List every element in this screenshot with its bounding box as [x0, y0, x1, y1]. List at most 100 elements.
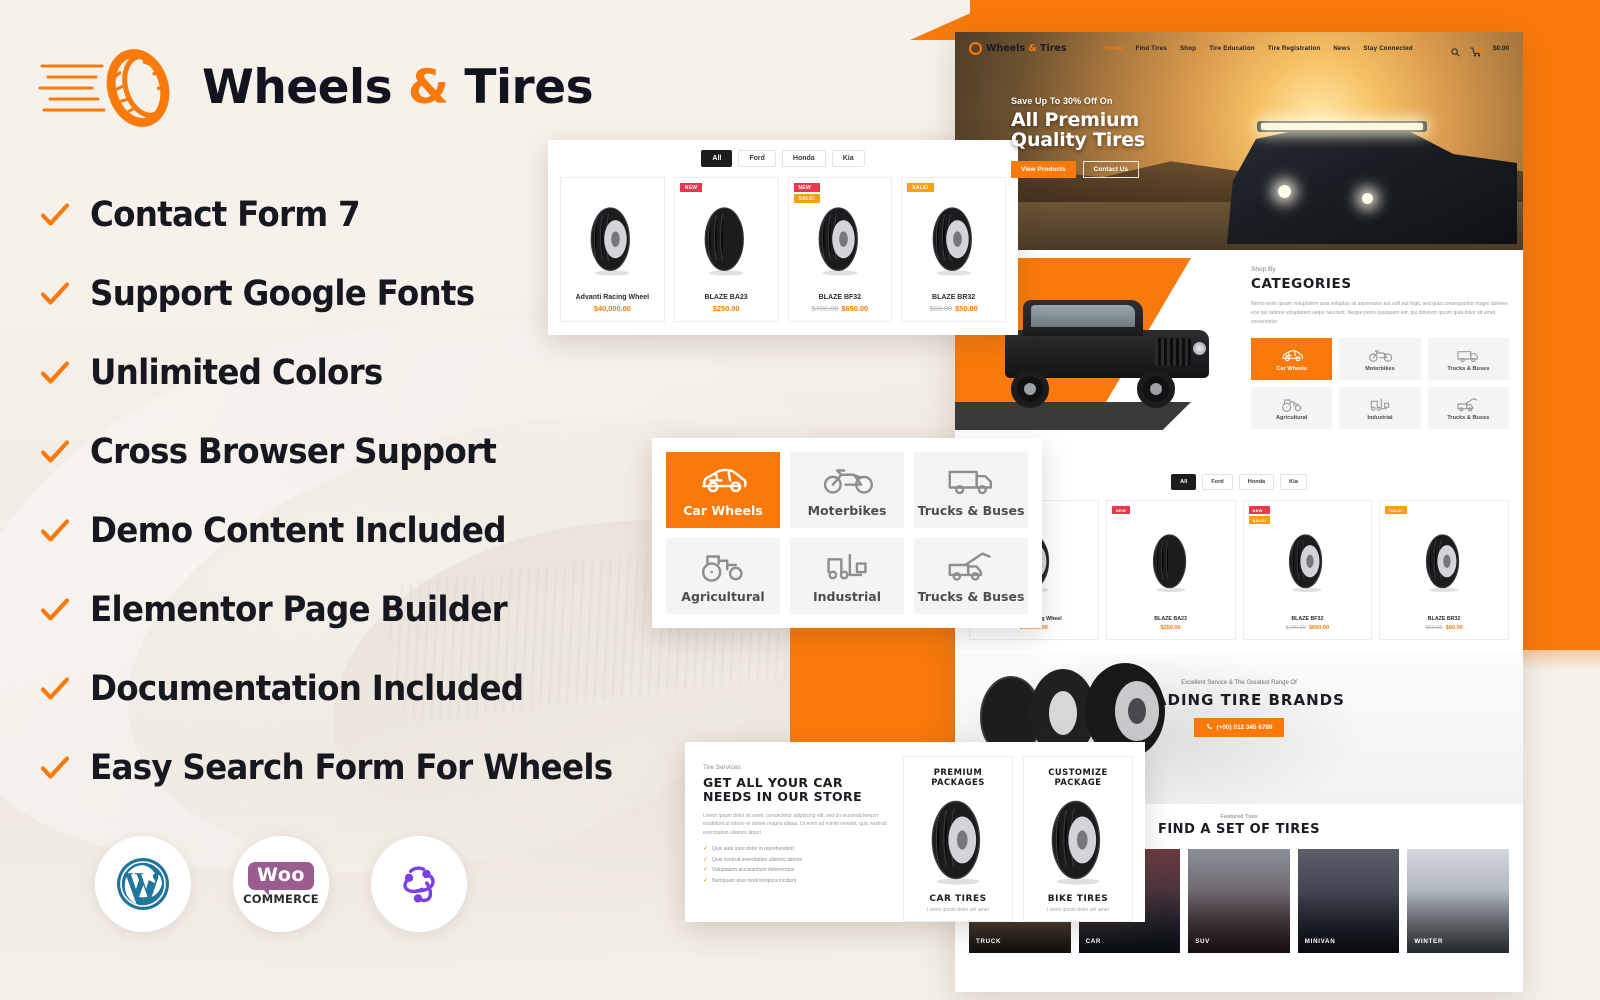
featured-card-label: WINTER [1414, 938, 1443, 945]
product-card[interactable]: NEW SALE! BLAZE BF32 $700.00 $650.00 [1242, 500, 1373, 640]
filter-ford[interactable]: Ford [1202, 474, 1233, 490]
nav-item-shop[interactable]: Shop [1180, 45, 1196, 52]
search-icon[interactable] [1451, 44, 1460, 57]
redux-icon [403, 866, 435, 903]
product-price: $250.00 [713, 304, 740, 313]
brand-name-part2: Tires [464, 60, 594, 115]
filter-kia[interactable]: Kia [1280, 474, 1307, 490]
hero-copy: Save Up To 30% Off On All Premium Qualit… [1011, 96, 1145, 178]
brands-phone-button[interactable]: (+00) 012 345 6789 [1193, 718, 1285, 737]
product-card[interactable]: NEW SALE! BLAZE BF32 $700.00 $650.00 [787, 177, 893, 322]
package-image [1046, 787, 1110, 894]
filter-ford[interactable]: Ford [738, 150, 776, 167]
site-topbar: Wheels & Tires Home Find Tires Shop Tire Ed… [955, 32, 1523, 65]
featured-card-suv[interactable]: SUV [1188, 849, 1290, 953]
category-cell-trucks-buses[interactable]: Trucks & Buses [1427, 387, 1509, 429]
floating-category-moterbikes[interactable]: Moterbikes [790, 452, 904, 528]
tow-truck-icon [948, 552, 991, 581]
badge-new: NEW [679, 183, 703, 192]
hero-truck-lightbar [1257, 121, 1427, 132]
categories-title: CATEGORIES [1251, 276, 1352, 292]
feature-label: Support Google Fonts [90, 273, 475, 314]
product-price: $40,000.00 [594, 304, 631, 313]
view-products-button[interactable]: View Products [1011, 161, 1076, 178]
hero-title-line2: Quality Tires [1011, 129, 1146, 151]
nav-item-news[interactable]: News [1333, 45, 1350, 52]
nav-item-tire-education[interactable]: Tire Education [1209, 45, 1255, 52]
filter-kia[interactable]: Kia [831, 150, 865, 167]
orange-right-fade [1520, 610, 1600, 670]
floating-category-label: Industrial [813, 589, 881, 604]
site-logo[interactable]: Wheels & Tires [969, 42, 1067, 55]
category-cell-trucks-buses[interactable]: Trucks & Buses [1427, 338, 1509, 380]
floating-product-grid: Advanti Racing Wheel $40,000.00 NEW BLAZE B… [560, 177, 1006, 322]
package-card[interactable]: PREMIUM PACKAGES CAR TIRES Lorem ipsum dol… [903, 756, 1013, 922]
filter-honda[interactable]: Honda [781, 150, 826, 167]
redux-badge [371, 836, 467, 932]
product-name: BLAZE BA23 [1154, 616, 1187, 622]
floating-category-trucks-buses[interactable]: Trucks & Buses [914, 452, 1028, 528]
filter-honda[interactable]: Honda [1238, 474, 1275, 490]
product-badges: NEW SALE! [1248, 506, 1270, 524]
package-heading: PREMIUM PACKAGES [931, 767, 985, 787]
brand-logo: Wheels & Tires [38, 45, 594, 130]
badge-sale: SALE! [1248, 516, 1270, 524]
floating-category-industrial[interactable]: Industrial [790, 538, 904, 614]
woocommerce-icon: Woo [248, 862, 314, 896]
category-cell-industrial[interactable]: Industrial [1339, 387, 1421, 429]
feature-item: Easy Search Form For Wheels [40, 728, 740, 807]
product-image [1249, 508, 1367, 616]
category-cell-car-wheels[interactable]: Car Wheels [1251, 338, 1333, 380]
category-cell-agricultural[interactable]: Agricultural [1251, 387, 1333, 429]
floating-category-agricultural[interactable]: Agricultural [666, 538, 780, 614]
filter-all[interactable]: All [1171, 474, 1197, 490]
check-icon: ✓ [703, 867, 709, 874]
product-card[interactable]: SALE! BLAZE BR32 $60.00 $50.00 [1379, 500, 1509, 640]
tire-image [1289, 534, 1323, 593]
category-label: Industrial [1367, 414, 1393, 421]
product-name: BLAZE BA23 [704, 294, 748, 301]
filter-all[interactable]: All [701, 150, 733, 167]
car-icon [695, 462, 751, 496]
featured-card-minivan[interactable]: MINIVAN [1297, 849, 1400, 953]
tire-image [590, 206, 631, 276]
floating-category-car-wheels[interactable]: Car Wheels [666, 452, 780, 528]
featured-card-label: SUV [1195, 938, 1211, 945]
floating-services-card: Tire Services GET ALL YOUR CAR NEEDS IN … [685, 742, 1145, 922]
floating-category-trucks-buses[interactable]: Trucks & Buses [914, 538, 1028, 614]
product-card[interactable]: NEW BLAZE BA23 $250.00 [1105, 500, 1236, 640]
cart-icon[interactable] [1470, 44, 1483, 57]
feature-label: Elementor Page Builder [90, 589, 508, 630]
truck-icon [943, 462, 999, 496]
product-image [1112, 508, 1230, 616]
product-card[interactable]: NEW BLAZE BA23 $250.00 [673, 177, 779, 322]
services-copy: Tire Services GET ALL YOUR CAR NEEDS IN … [685, 742, 903, 922]
nav-item-tire-registration[interactable]: Tire Registration [1268, 45, 1320, 52]
check-icon [40, 437, 70, 467]
product-card[interactable]: SALE! BLAZE BR32 $60.00 $50.00 [901, 177, 1006, 322]
tire-image [1152, 534, 1186, 593]
wordpress-badge [95, 836, 191, 932]
feature-label: Unlimited Colors [90, 352, 383, 393]
site-navigation: Home Find Tires Shop Tire Education Tire Reg… [1105, 45, 1413, 52]
car-icon [1281, 349, 1303, 361]
product-card[interactable]: Advanti Racing Wheel $40,000.00 [560, 177, 665, 322]
contact-us-button[interactable]: Contact Us [1082, 161, 1139, 178]
floating-category-label: Agricultural [681, 589, 765, 604]
floating-category-label: Car Wheels [683, 503, 763, 518]
tire-image [818, 206, 858, 276]
category-cell-moterbikes[interactable]: Moterbikes [1339, 338, 1421, 380]
nav-item-home[interactable]: Home [1105, 45, 1123, 52]
motorbike-icon [823, 469, 873, 494]
nav-item-stay-connected[interactable]: Stay Connected [1363, 45, 1413, 52]
featured-card-winter[interactable]: WINTER [1407, 849, 1509, 953]
package-card[interactable]: CUSTOMIZE PACKAGE BIKE TIRES Lorem ipsum d… [1023, 756, 1133, 922]
phone-icon [1206, 723, 1213, 732]
nav-item-find-tires[interactable]: Find Tires [1136, 45, 1167, 52]
categories-grid: Car Wheels Moterbikes Trucks & Buses Agricu… [1251, 338, 1509, 429]
site-logo-part1: Wheels [986, 43, 1026, 54]
site-logo-text: Wheels & Tires [986, 43, 1067, 54]
product-current-price: $50.00 [955, 304, 978, 313]
feature-item: Cross Browser Support [40, 412, 740, 491]
services-paragraph: Lorem ipsum dolor sit amet, consectetur … [703, 813, 887, 836]
